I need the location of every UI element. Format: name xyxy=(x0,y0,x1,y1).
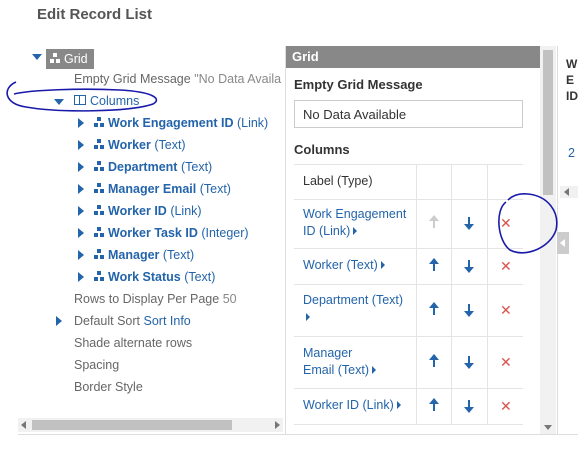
table-row: Worker ID (Link) ✕ xyxy=(294,388,523,425)
move-up-icon[interactable] xyxy=(428,398,439,411)
move-up-icon[interactable] xyxy=(428,302,439,315)
divider xyxy=(18,434,578,435)
empty-grid-message-input[interactable]: No Data Available xyxy=(294,100,523,128)
hierarchy-icon xyxy=(94,227,105,238)
expand-icon[interactable] xyxy=(78,228,84,238)
delete-icon[interactable]: ✕ xyxy=(500,214,512,232)
hierarchy-icon xyxy=(94,205,105,216)
delete-icon[interactable]: ✕ xyxy=(500,353,512,371)
tree-column-item[interactable]: Worker (Text) xyxy=(94,135,186,155)
move-down-icon[interactable] xyxy=(464,304,474,317)
hierarchy-icon xyxy=(94,139,105,150)
scroll-left-icon[interactable] xyxy=(564,188,569,196)
expand-icon[interactable] xyxy=(78,118,84,128)
page-title: Edit Record List xyxy=(37,6,153,23)
tree-item-default-sort[interactable]: Default Sort Sort Info xyxy=(74,311,191,331)
scrollbar-thumb[interactable] xyxy=(543,50,553,195)
delete-icon[interactable]: ✕ xyxy=(500,397,512,415)
collapse-panel-button[interactable] xyxy=(557,232,569,254)
tree-column-item[interactable]: Manager Email (Text) xyxy=(94,179,231,199)
expand-icon[interactable] xyxy=(78,206,84,216)
tree-column-item[interactable]: Work Engagement ID (Link) xyxy=(94,113,268,133)
caret-right-icon xyxy=(380,261,385,269)
move-down-icon[interactable] xyxy=(464,217,474,230)
caret-right-icon xyxy=(306,313,310,321)
column-label-link[interactable]: Worker (Text) xyxy=(303,257,412,274)
delete-icon[interactable]: ✕ xyxy=(500,257,512,275)
move-up-icon xyxy=(428,215,439,228)
scroll-right-icon[interactable] xyxy=(275,421,280,429)
caret-right-icon xyxy=(353,227,358,235)
expand-icon[interactable] xyxy=(78,250,84,260)
table-row: Worker (Text) ✕ xyxy=(294,248,523,285)
table-row: Department (Text) ✕ xyxy=(294,284,523,337)
move-up-icon[interactable] xyxy=(428,354,439,367)
tree-column-item[interactable]: Manager (Text) xyxy=(94,245,194,265)
columns-icon xyxy=(74,95,86,105)
delete-icon[interactable]: ✕ xyxy=(500,301,512,319)
move-down-icon[interactable] xyxy=(464,400,474,413)
tree-item-spacing[interactable]: Spacing xyxy=(74,355,119,375)
move-down-icon[interactable] xyxy=(464,356,474,369)
tree-item-columns[interactable]: Columns xyxy=(74,91,139,111)
column-label-link[interactable]: Worker ID (Link) xyxy=(303,397,412,414)
tree-item-empty-grid-message[interactable]: Empty Grid Message "No Data Availa xyxy=(74,69,281,89)
hierarchy-icon xyxy=(94,271,105,282)
collapse-grid-icon[interactable] xyxy=(32,54,42,60)
label-type-header: Label (Type) xyxy=(303,174,373,188)
tree-column-item[interactable]: Department (Text) xyxy=(94,157,212,177)
columns-label: Columns xyxy=(294,142,350,157)
empty-grid-message-label: Empty Grid Message xyxy=(294,77,423,92)
column-label-link[interactable]: Manager Email (Text) xyxy=(303,345,383,379)
move-down-icon[interactable] xyxy=(464,260,474,273)
caret-right-icon xyxy=(371,366,376,374)
move-up-icon[interactable] xyxy=(428,258,439,271)
scroll-down-icon[interactable] xyxy=(544,425,552,430)
tree-column-item[interactable]: Worker Task ID (Integer) xyxy=(94,223,249,243)
tree-node-grid[interactable]: Grid xyxy=(46,49,94,69)
expand-sort-icon[interactable] xyxy=(56,316,62,326)
hierarchy-icon xyxy=(94,161,105,172)
hierarchy-icon xyxy=(94,117,105,128)
table-row: Manager Email (Text) ✕ xyxy=(294,336,523,389)
expand-icon[interactable] xyxy=(78,272,84,282)
expand-icon[interactable] xyxy=(78,140,84,150)
tree-horizontal-scrollbar[interactable] xyxy=(18,418,283,432)
collapse-columns-icon[interactable] xyxy=(54,99,64,105)
tree-item-shade-rows[interactable]: Shade alternate rows xyxy=(74,333,192,353)
column-label-link[interactable]: Department (Text) xyxy=(303,292,412,326)
hierarchy-icon xyxy=(50,53,61,64)
expand-icon[interactable] xyxy=(78,162,84,172)
table-row: Work Engagement ID (Link) ✕ xyxy=(294,198,523,249)
right-panel-scrollbar[interactable] xyxy=(560,186,578,198)
tree-item-rows-per-page[interactable]: Rows to Display Per Page 50 xyxy=(74,289,237,309)
tree-panel: Grid Empty Grid Message "No Data Availa … xyxy=(18,46,283,416)
right-panel-link[interactable]: 2 xyxy=(568,146,575,160)
expand-icon[interactable] xyxy=(78,184,84,194)
caret-right-icon xyxy=(396,401,401,409)
tree-column-item[interactable]: Worker ID (Link) xyxy=(94,201,202,221)
scrollbar-thumb[interactable] xyxy=(32,420,232,430)
table-header-row: Label (Type) xyxy=(294,164,523,200)
column-label-link[interactable]: Work Engagement ID (Link) xyxy=(303,206,412,240)
panel-header: Grid xyxy=(286,46,541,68)
scroll-left-icon[interactable] xyxy=(21,421,26,429)
grid-editor-panel: Grid Empty Grid Message No Data Availabl… xyxy=(285,46,541,434)
hierarchy-icon xyxy=(94,249,105,260)
hierarchy-icon xyxy=(94,183,105,194)
tree-item-border-style[interactable]: Border Style xyxy=(74,377,143,397)
panel-vertical-scrollbar[interactable] xyxy=(540,46,556,434)
tree-column-item[interactable]: Work Status (Text) xyxy=(94,267,215,287)
